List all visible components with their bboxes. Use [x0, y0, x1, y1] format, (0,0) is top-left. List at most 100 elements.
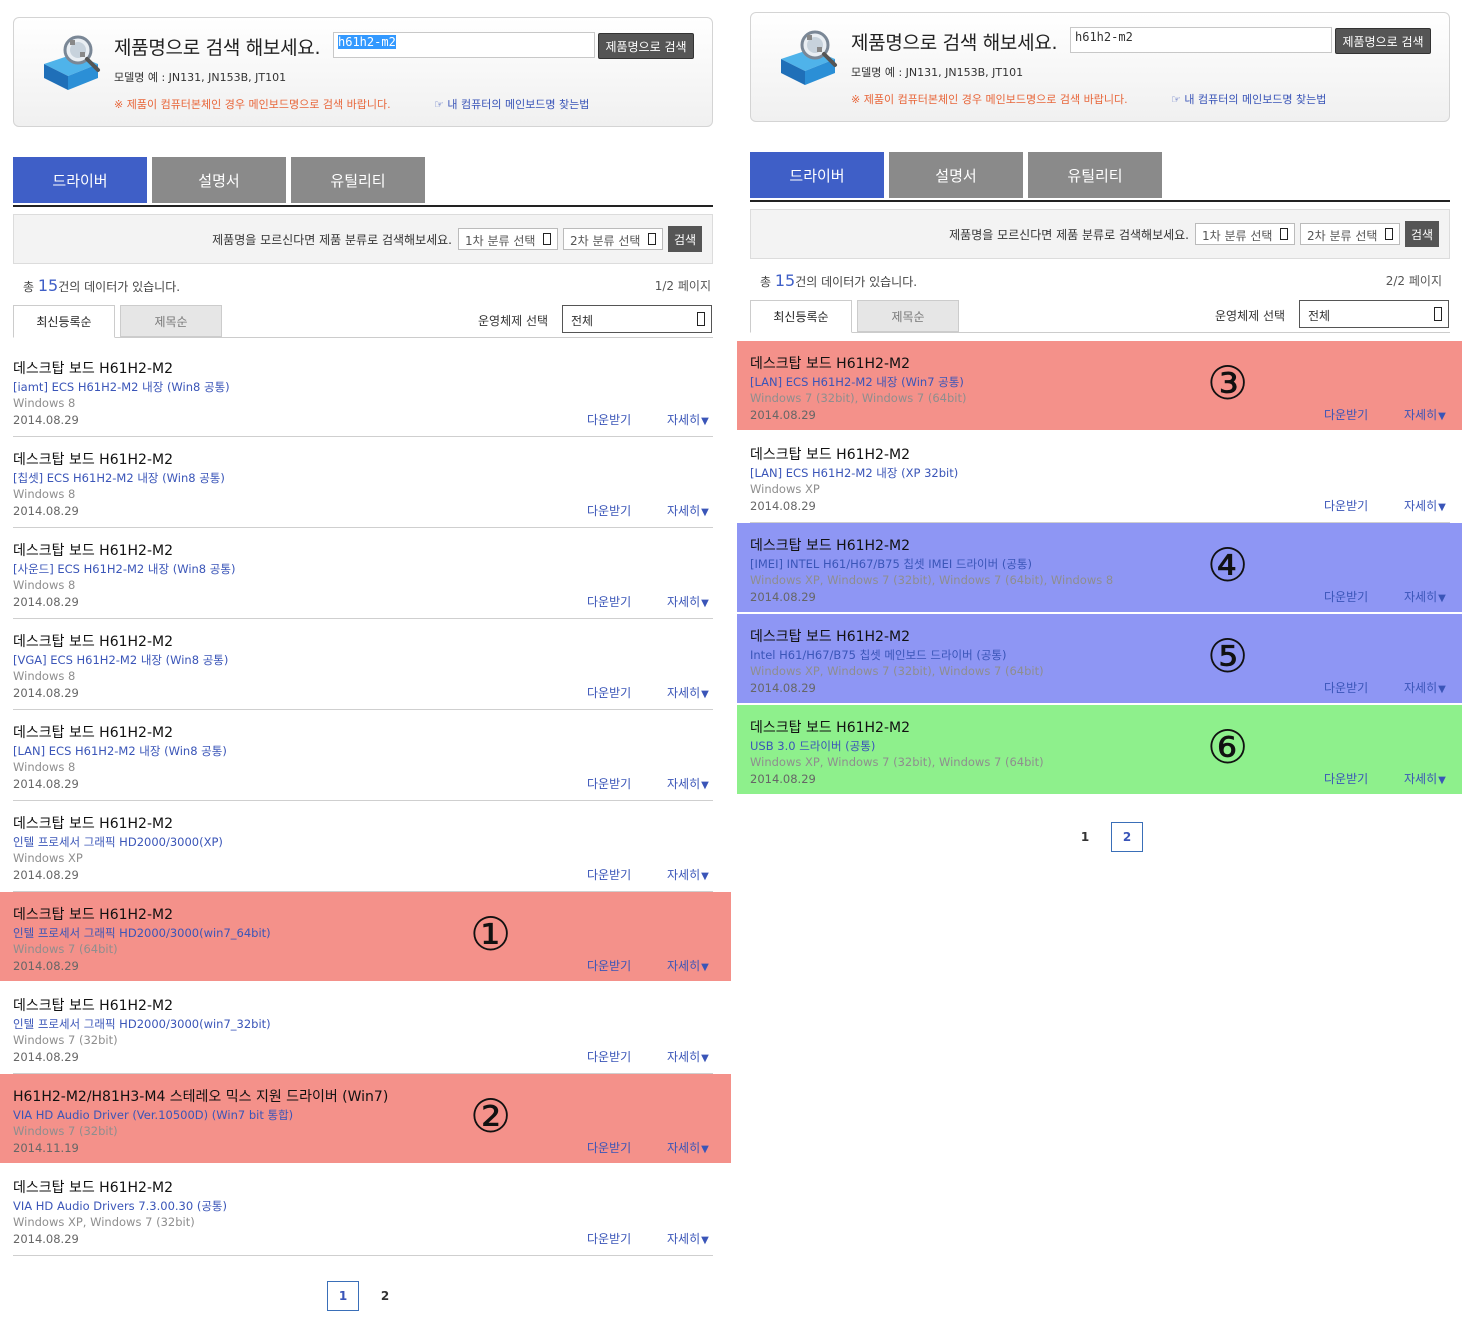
download-link[interactable]: 다운받기	[587, 1230, 631, 1247]
driver-link[interactable]: 인텔 프로세서 그래픽 HD2000/3000(win7_64bit)	[13, 925, 271, 941]
detail-link[interactable]: 자세히▼	[1404, 770, 1446, 787]
first-category-label: 1차 분류 선택	[465, 234, 536, 248]
download-link[interactable]: 다운받기	[1324, 588, 1368, 605]
download-link[interactable]: 다운받기	[587, 957, 631, 974]
detail-link[interactable]: 자세히▼	[667, 866, 709, 883]
download-link[interactable]: 다운받기	[587, 684, 631, 701]
tab-utility[interactable]: 유틸리티	[291, 157, 425, 203]
first-category-label: 1차 분류 선택	[1202, 229, 1273, 243]
sort-latest-tab[interactable]: 최신등록순	[13, 305, 115, 338]
second-category-select[interactable]: 2차 분류 선택	[563, 228, 663, 250]
list-item: 데스크탑 보드 H61H2-M2 [LAN] ECS H61H2-M2 내장 (W…	[750, 340, 1450, 432]
detail-link[interactable]: 자세히▼	[667, 502, 709, 519]
find-mainboard-link[interactable]: ☞ 내 컴퓨터의 메인보드명 찾는법	[434, 96, 589, 112]
item-os: Windows XP	[13, 851, 83, 865]
detail-link[interactable]: 자세히▼	[667, 411, 709, 428]
item-os: Windows 7 (32bit)	[13, 1124, 118, 1138]
sort-latest-tab[interactable]: 최신등록순	[750, 300, 852, 333]
search-button[interactable]: 제품명으로 검색	[598, 33, 694, 59]
tab-utility[interactable]: 유틸리티	[1028, 152, 1162, 198]
detail-link[interactable]: 자세히▼	[1404, 588, 1446, 605]
driver-link[interactable]: VIA HD Audio Drivers 7.3.00.30 (공통)	[13, 1198, 227, 1214]
sort-title-tab[interactable]: 제목순	[857, 300, 959, 332]
driver-link[interactable]: 인텔 프로세서 그래픽 HD2000/3000(win7_32bit)	[13, 1016, 271, 1032]
driver-link[interactable]: [iamt] ECS H61H2-M2 내장 (Win8 공통)	[13, 379, 230, 395]
sort-title-tab[interactable]: 제목순	[120, 305, 222, 337]
driver-link[interactable]: [LAN] ECS H61H2-M2 내장 (XP 32bit)	[750, 465, 958, 481]
download-link[interactable]: 다운받기	[587, 1139, 631, 1156]
driver-link[interactable]: [LAN] ECS H61H2-M2 내장 (Win7 공통)	[750, 374, 964, 390]
os-filter-select[interactable]: 전체	[562, 305, 712, 333]
download-link[interactable]: 다운받기	[1324, 497, 1368, 514]
caret-down-icon: ▼	[701, 962, 709, 973]
driver-link[interactable]: USB 3.0 드라이버 (공통)	[750, 738, 875, 754]
second-category-select[interactable]: 2차 분류 선택	[1300, 223, 1400, 245]
detail-link[interactable]: 자세히▼	[667, 1139, 709, 1156]
search-input[interactable]: h61h2-m2	[333, 32, 595, 58]
driver-link[interactable]: [LAN] ECS H61H2-M2 내장 (Win8 공통)	[13, 743, 227, 759]
first-category-select[interactable]: 1차 분류 선택	[1195, 223, 1295, 245]
page-1-button[interactable]: 1	[1069, 822, 1101, 852]
dropdown-icon	[1385, 228, 1393, 240]
list-item: 데스크탑 보드 H61H2-M2 VIA HD Audio Drivers 7.3…	[13, 1164, 713, 1256]
os-filter-select[interactable]: 전체	[1299, 300, 1449, 328]
download-link[interactable]: 다운받기	[1324, 679, 1368, 696]
page-2-button[interactable]: 2	[1111, 822, 1143, 852]
category-search-text: 제품명을 모르신다면 제품 분류로 검색해보세요.	[949, 228, 1189, 242]
driver-link[interactable]: [칩셋] ECS H61H2-M2 내장 (Win8 공통)	[13, 470, 225, 486]
find-mainboard-label: 내 컴퓨터의 메인보드명 찾는법	[1184, 93, 1327, 106]
item-date: 2014.08.29	[13, 413, 79, 427]
download-link[interactable]: 다운받기	[587, 411, 631, 428]
detail-link[interactable]: 자세히▼	[667, 593, 709, 610]
driver-link[interactable]: [IMEI] INTEL H61/H67/B75 칩셋 IMEI 드라이버 (공…	[750, 556, 1032, 572]
page-indicator: 1/2 페이지	[654, 279, 711, 293]
item-os: Windows 8	[13, 578, 76, 592]
item-title: 데스크탑 보드 H61H2-M2	[13, 634, 173, 650]
list-item: 데스크탑 보드 H61H2-M2 인텔 프로세서 그래픽 HD2000/3000(…	[13, 891, 713, 983]
dropdown-icon	[1280, 228, 1288, 240]
download-link[interactable]: 다운받기	[1324, 770, 1368, 787]
driver-link[interactable]: [VGA] ECS H61H2-M2 내장 (Win8 공통)	[13, 652, 228, 668]
detail-link[interactable]: 자세히▼	[1404, 497, 1446, 514]
detail-link[interactable]: 자세히▼	[667, 1230, 709, 1247]
tab-driver[interactable]: 드라이버	[750, 152, 884, 198]
detail-link[interactable]: 자세히▼	[667, 1048, 709, 1065]
download-link[interactable]: 다운받기	[587, 502, 631, 519]
download-link[interactable]: 다운받기	[587, 593, 631, 610]
download-link[interactable]: 다운받기	[587, 775, 631, 792]
item-date: 2014.08.29	[750, 681, 816, 695]
item-date: 2014.08.29	[13, 777, 79, 791]
category-search-button[interactable]: 검색	[668, 226, 702, 252]
pagination: 12	[1069, 822, 1143, 852]
driver-link[interactable]: VIA HD Audio Driver (Ver.10500D) (Win7 b…	[13, 1107, 293, 1123]
page-1-button[interactable]: 1	[327, 1281, 359, 1311]
tab-manual[interactable]: 설명서	[889, 152, 1023, 198]
detail-link[interactable]: 자세히▼	[667, 684, 709, 701]
tab-driver[interactable]: 드라이버	[13, 157, 147, 203]
result-count: 총 15건의 데이터가 있습니다.	[760, 271, 917, 290]
detail-link[interactable]: 자세히▼	[667, 957, 709, 974]
item-date: 2014.08.29	[750, 772, 816, 786]
detail-link[interactable]: 자세히▼	[667, 775, 709, 792]
search-button[interactable]: 제품명으로 검색	[1335, 28, 1431, 54]
sort-row: 최신등록순 제목순 운영체제 선택 전체	[750, 300, 1450, 333]
download-link[interactable]: 다운받기	[1324, 406, 1368, 423]
page-2-button[interactable]: 2	[369, 1281, 401, 1311]
search-input[interactable]: h61h2-m2	[1070, 27, 1332, 53]
driver-link[interactable]: [사운드] ECS H61H2-M2 내장 (Win8 공통)	[13, 561, 235, 577]
driver-link[interactable]: 인텔 프로세서 그래픽 HD2000/3000(XP)	[13, 834, 223, 850]
detail-label: 자세히	[1404, 681, 1438, 695]
count-number: 15	[774, 271, 796, 290]
item-title: 데스크탑 보드 H61H2-M2	[13, 452, 173, 468]
download-link[interactable]: 다운받기	[587, 866, 631, 883]
tab-manual[interactable]: 설명서	[152, 157, 286, 203]
caret-down-icon: ▼	[701, 1053, 709, 1064]
detail-link[interactable]: 자세히▼	[1404, 406, 1446, 423]
detail-link[interactable]: 자세히▼	[1404, 679, 1446, 696]
find-mainboard-link[interactable]: ☞ 내 컴퓨터의 메인보드명 찾는법	[1171, 91, 1326, 107]
detail-label: 자세히	[667, 868, 701, 882]
download-link[interactable]: 다운받기	[587, 1048, 631, 1065]
driver-link[interactable]: Intel H61/H67/B75 칩셋 메인보드 드라이버 (공통)	[750, 647, 1007, 663]
first-category-select[interactable]: 1차 분류 선택	[458, 228, 558, 250]
category-search-button[interactable]: 검색	[1405, 221, 1439, 247]
